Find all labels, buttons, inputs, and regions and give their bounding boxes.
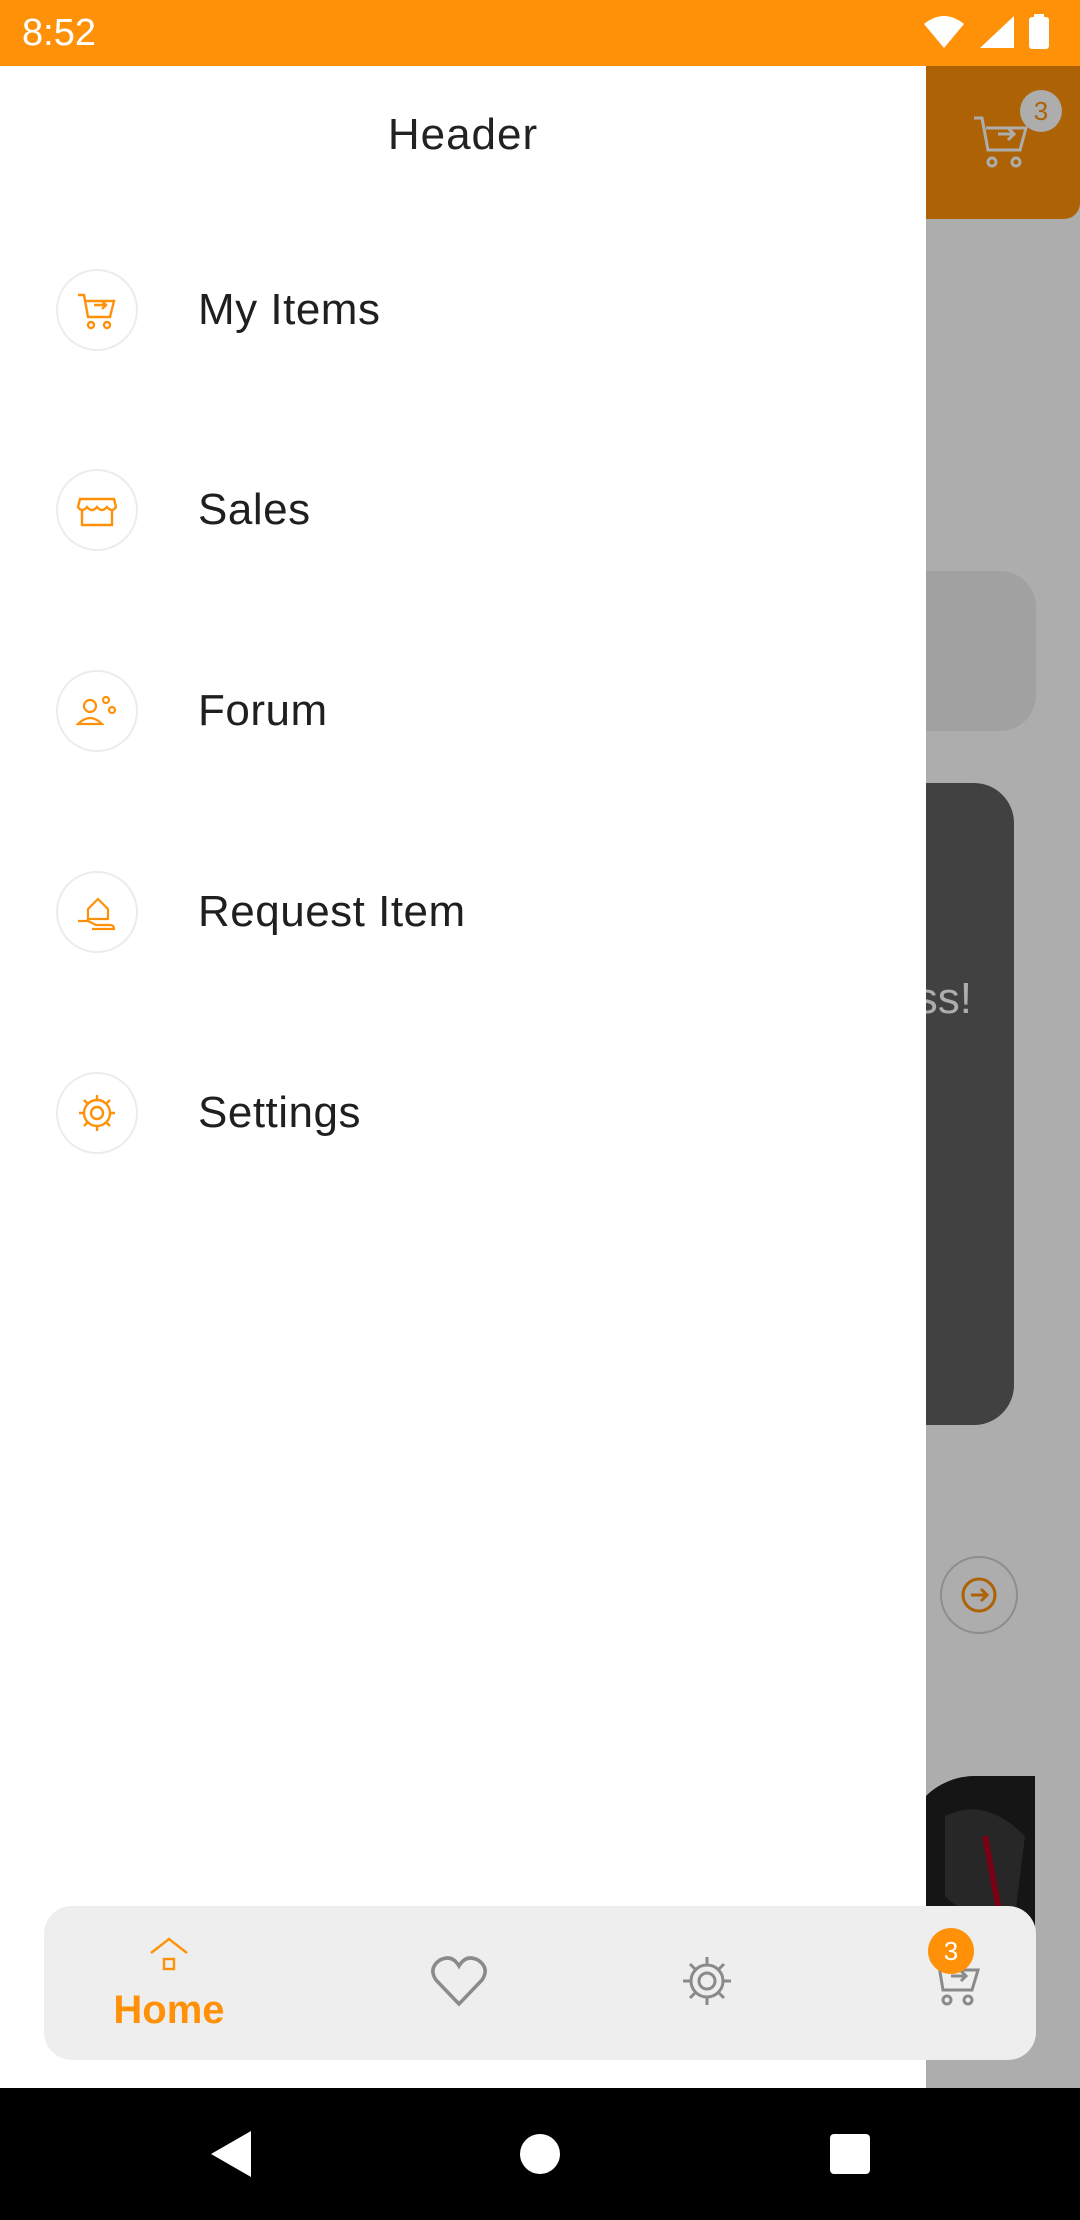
bottom-navigation: Home 3 bbox=[44, 1906, 1036, 2060]
menu-item-sales[interactable]: Sales bbox=[56, 462, 876, 558]
recents-button[interactable] bbox=[810, 2088, 890, 2220]
store-icon bbox=[56, 469, 138, 551]
menu-item-label: Sales bbox=[198, 485, 311, 534]
battery-icon bbox=[1028, 14, 1050, 55]
forum-icon bbox=[56, 670, 138, 752]
status-bar: 8:52 bbox=[0, 0, 1080, 66]
menu-item-label: Request Item bbox=[198, 887, 466, 936]
navigation-drawer: Header My Items Sales Forum Request Item… bbox=[0, 66, 926, 2088]
nav-home-label: Home bbox=[113, 1988, 225, 2032]
back-button[interactable] bbox=[190, 2088, 270, 2220]
menu-item-label: Settings bbox=[198, 1088, 361, 1137]
cart-badge: 3 bbox=[928, 1928, 974, 1974]
status-icons bbox=[922, 14, 1050, 55]
menu-item-label: Forum bbox=[198, 686, 328, 735]
menu-item-my-items[interactable]: My Items bbox=[56, 262, 876, 358]
nav-favorites[interactable] bbox=[374, 1906, 544, 2060]
menu-item-request-item[interactable]: Request Item bbox=[56, 864, 876, 960]
system-navigation-bar bbox=[0, 2088, 1080, 2220]
request-item-icon bbox=[56, 871, 138, 953]
menu-item-settings[interactable]: Settings bbox=[56, 1065, 876, 1161]
home-icon bbox=[147, 1933, 191, 1982]
menu-item-forum[interactable]: Forum bbox=[56, 663, 876, 759]
cart-icon bbox=[56, 269, 138, 351]
gear-icon bbox=[56, 1072, 138, 1154]
heart-icon bbox=[430, 1954, 488, 2013]
gear-icon bbox=[679, 1953, 735, 2014]
wifi-icon bbox=[922, 14, 966, 55]
status-time: 8:52 bbox=[22, 12, 96, 54]
nav-home[interactable]: Home bbox=[84, 1906, 254, 2060]
home-button[interactable] bbox=[500, 2088, 580, 2220]
nav-settings[interactable] bbox=[622, 1906, 792, 2060]
drawer-header: Header bbox=[387, 110, 539, 159]
signal-icon bbox=[978, 14, 1016, 55]
menu-item-label: My Items bbox=[198, 285, 381, 334]
